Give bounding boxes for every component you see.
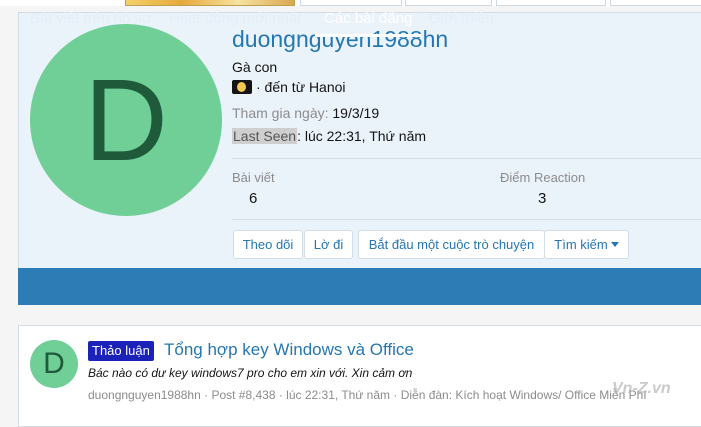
post-author[interactable]: duongnguyen1988hn: [88, 388, 201, 402]
flag-icon: [232, 80, 252, 94]
profile-tabs: [18, 268, 701, 305]
thread-title[interactable]: Tổng hợp key Windows và Office: [164, 340, 414, 360]
watermark: Vn-Z.vn: [612, 380, 671, 397]
find-button-label: Tìm kiếm: [554, 237, 608, 252]
post-meta-text: · Post #8,438 · lúc 22:31, Thứ năm · Diễ…: [200, 388, 456, 402]
joined-row: Tham gia ngày: 19/3/19: [232, 105, 379, 121]
top-tab[interactable]: [496, 0, 606, 6]
stat-label-reactions: Điểm Reaction: [500, 170, 586, 185]
post-avatar-letter: D: [43, 347, 65, 380]
start-conversation-button[interactable]: Bắt đầu một cuộc trò chuyện: [358, 230, 545, 259]
last-seen-row: Last Seen: lúc 22:31, Thứ năm: [232, 128, 426, 144]
prefix-badge[interactable]: Thảo luận: [88, 341, 154, 361]
top-tab[interactable]: [610, 0, 701, 6]
find-button[interactable]: Tìm kiếm: [544, 230, 629, 259]
joined-value: 19/3/19: [332, 105, 380, 121]
caret-down-icon: [610, 242, 619, 247]
stat-label-posts: Bài viết: [232, 170, 275, 185]
tab-profile-posts[interactable]: Bài viết trên hồ sơ: [30, 0, 152, 37]
divider: [232, 158, 701, 159]
post-meta: duongnguyen1988hn · Post #8,438 · lúc 22…: [88, 388, 647, 402]
location-row: · đến từ Hanoi: [232, 79, 346, 95]
stat-value-reactions[interactable]: 3: [538, 190, 546, 207]
last-seen-value: : lúc 22:31, Thứ năm: [297, 128, 427, 144]
post-snippet[interactable]: Bác nào có dư key windows7 pro cho em xi…: [88, 366, 412, 380]
tab-postings[interactable]: Các bài đăng: [315, 0, 422, 37]
user-title: Gà con: [232, 59, 278, 75]
avatar[interactable]: D: [30, 24, 222, 216]
last-seen-label: Last Seen: [232, 128, 298, 144]
avatar-letter: D: [84, 55, 168, 185]
stat-value-posts[interactable]: 6: [249, 190, 257, 207]
post-avatar[interactable]: D: [30, 340, 78, 388]
ignore-button[interactable]: Lờ đi: [304, 230, 353, 259]
tab-latest-activity[interactable]: Hoạt động mới nhất: [169, 0, 301, 37]
divider: [232, 219, 701, 220]
follow-button[interactable]: Theo dõi: [233, 230, 303, 259]
tab-about[interactable]: Giới thiệu: [429, 0, 494, 37]
location-text: · đến từ Hanoi: [256, 79, 346, 95]
joined-label: Tham gia ngày:: [232, 105, 329, 121]
